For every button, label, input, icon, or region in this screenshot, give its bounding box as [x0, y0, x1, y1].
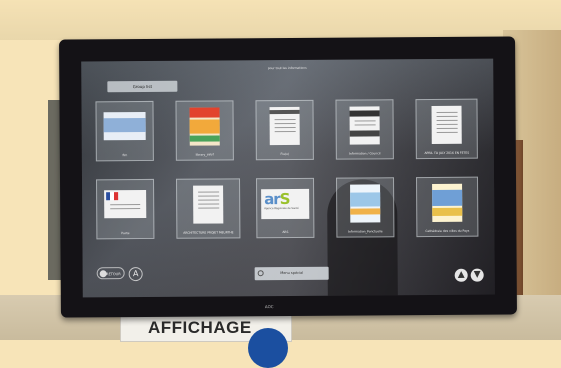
document-thumbnail [104, 189, 147, 219]
monitor-brand: AOC [264, 304, 274, 310]
document-thumbnail [103, 111, 146, 141]
document-tile[interactable]: Pacte [96, 178, 155, 240]
scroll-down-button[interactable]: ▼ [470, 268, 484, 282]
tile-label: ARCHITECTURE PROJET MEURTHE [183, 230, 234, 235]
ars-logo: arS [264, 189, 290, 209]
tile-label: Pacte [121, 231, 130, 236]
back-button[interactable]: RETOUR [96, 267, 125, 280]
back-icon [99, 270, 107, 278]
document-tile[interactable]: flm [95, 100, 154, 162]
ars-subtitle: Agence Régionale de Santé [264, 206, 299, 211]
accessibility-icon[interactable]: A [128, 267, 143, 282]
document-tile[interactable]: arS Agence Régionale de Santé ARS [256, 177, 315, 239]
document-thumbnail [269, 106, 300, 146]
document-thumbnail [189, 107, 220, 146]
document-tile[interactable]: library_info? [175, 100, 234, 161]
back-label: RETOUR [106, 272, 121, 277]
wall-background [0, 0, 561, 40]
tile-label: library_info? [195, 152, 215, 157]
scroll-up-button[interactable]: ▲ [454, 268, 468, 282]
touchscreen-monitor: pour tout les informations Group list fl… [59, 36, 517, 318]
document-thumbnail: arS Agence Régionale de Santé [261, 188, 310, 220]
document-tile[interactable]: ARCHITECTURE PROJET MEURTHE [176, 178, 241, 239]
group-list-button[interactable]: Group list [107, 80, 178, 93]
document-tile[interactable]: Flu(x) [255, 99, 314, 161]
document-tile[interactable]: APRIL TO JULY 2016 EN FETES [415, 98, 478, 160]
search-icon [257, 270, 264, 277]
tile-label: APRIL TO JULY 2016 EN FETES [424, 150, 470, 156]
sign-logo-circle [248, 328, 288, 368]
document-tile[interactable]: Cathédrale des villes du Pays [416, 176, 479, 238]
touchscreen-display: pour tout les informations Group list fl… [81, 58, 495, 298]
tile-label: Information_Ponctuelle [348, 229, 383, 234]
tile-label: flm [122, 153, 128, 158]
tile-label: ARS [282, 229, 289, 235]
affichage-sign: AFFICHAGE [148, 318, 252, 337]
search-label: Menu spécial [280, 270, 304, 276]
tile-label: Cathédrale des villes du Pays [425, 228, 470, 234]
tile-label: Flu(x) [280, 151, 290, 157]
document-thumbnail [193, 185, 224, 224]
document-thumbnail [349, 106, 380, 145]
document-thumbnail [350, 184, 381, 223]
document-tile[interactable]: Information / Council [335, 99, 394, 160]
search-bar[interactable]: Menu spécial [254, 266, 329, 281]
document-thumbnail [432, 183, 463, 222]
document-tile[interactable]: Information_Ponctuelle [336, 177, 395, 238]
document-thumbnail [431, 105, 462, 144]
tile-label: Information / Council [349, 151, 381, 156]
